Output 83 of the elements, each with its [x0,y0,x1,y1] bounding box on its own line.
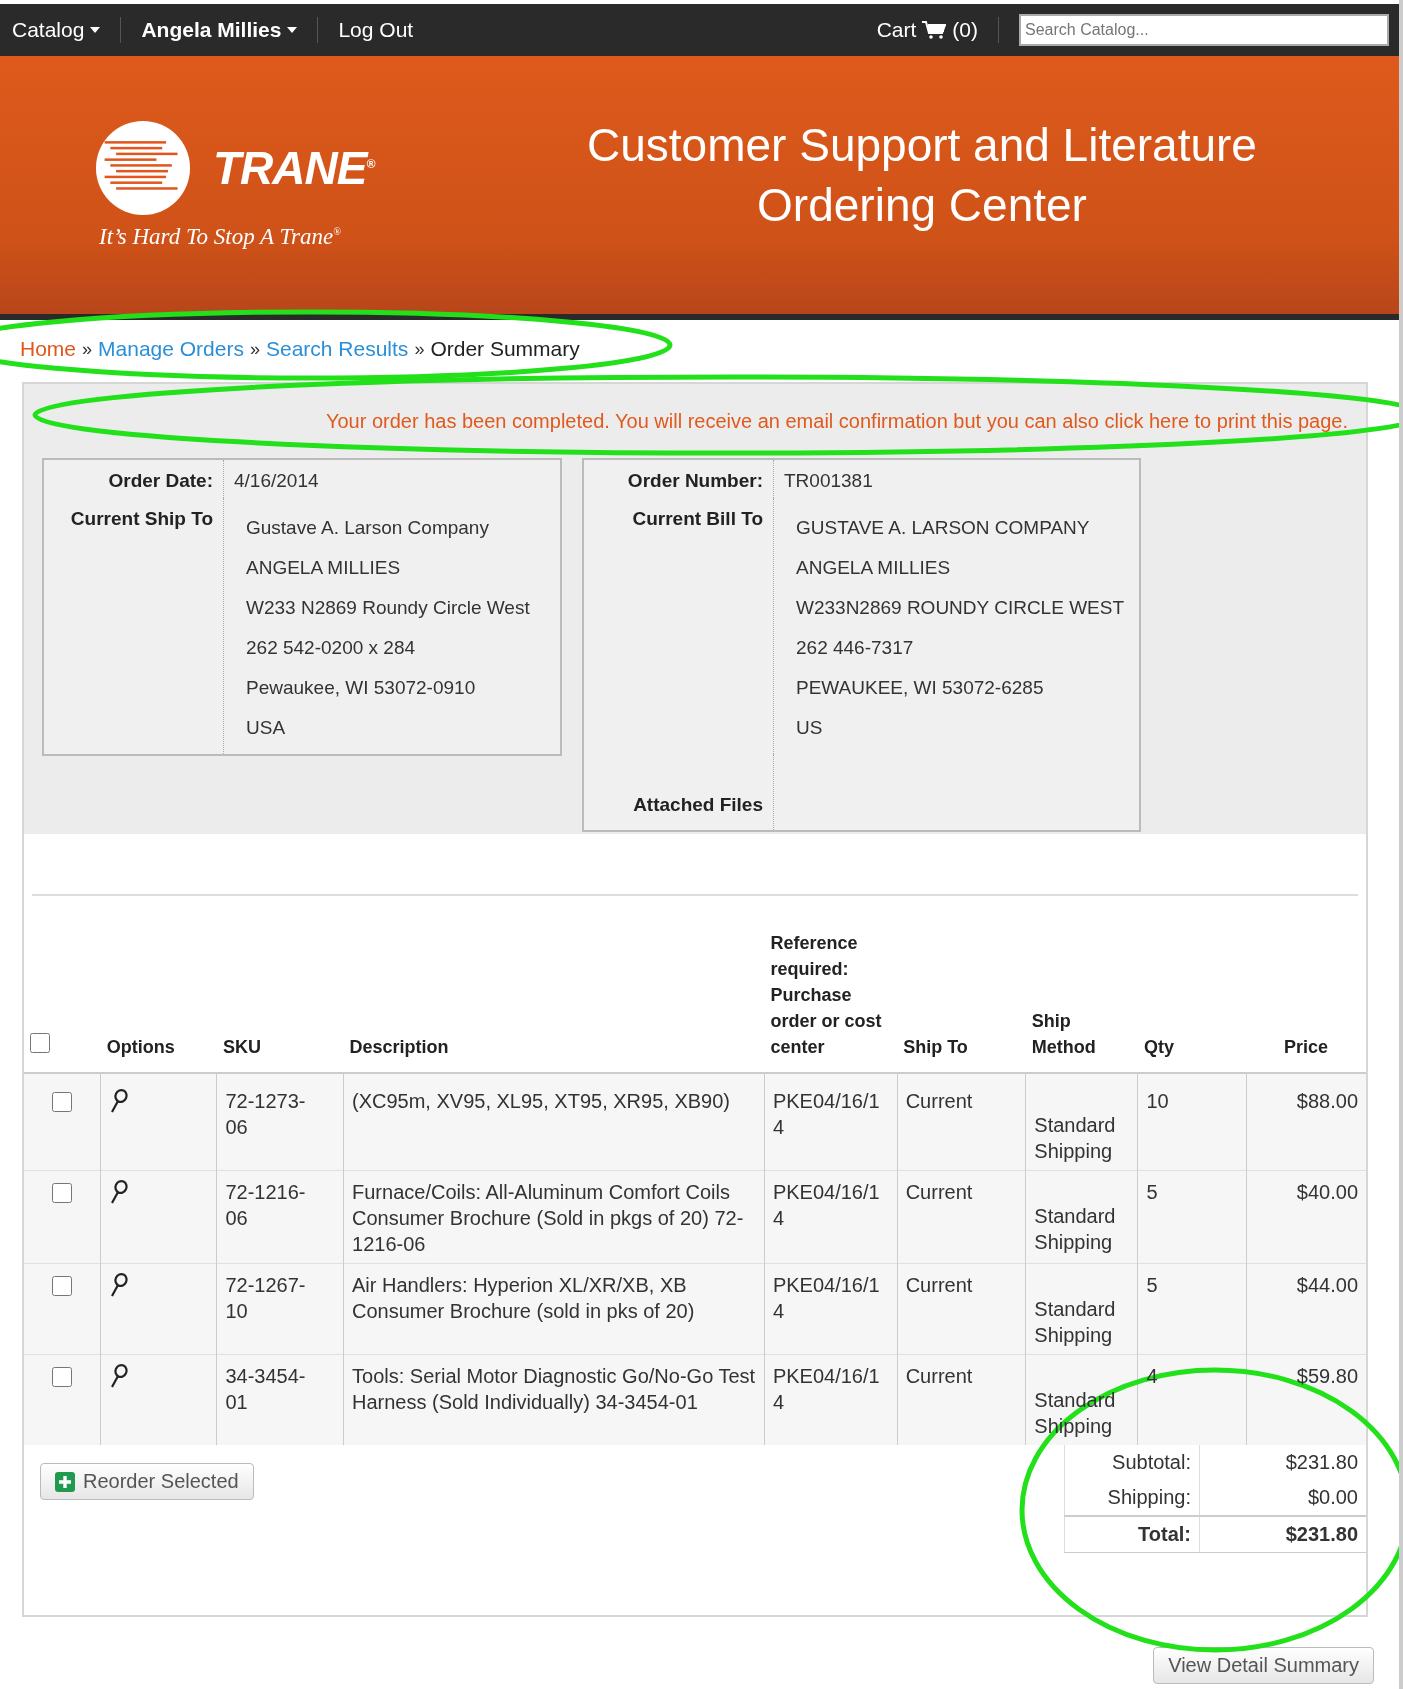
field-label: Order Date: [44,460,224,498]
table-cell: $88.00 [1296,1090,1358,1112]
total-label: Total: [1064,1516,1200,1553]
cart-icon [922,21,947,39]
table-cell: $40.00 [1296,1181,1358,1203]
caret-icon [90,27,101,33]
table-cell: Air Handlers: Hyperion XL/XR/XB, XB Consumer Brochure (sold in pks of 20) [352,1274,695,1322]
magnifier-icon [109,1088,130,1114]
checkbox[interactable] [52,1276,73,1296]
table-cell: Tools: Serial Motor Diagnostic Go/No-Go Test Harness (Sold Individually) 34-3454-01 [352,1365,756,1413]
magnifier-icon [109,1363,130,1389]
address-line: GUSTAVE A. LARSON COMPANY [795,516,1091,540]
table-cell: Current [905,1274,973,1296]
table-cell-text: 34-3454-01 [225,1364,307,1415]
field-value: 4/16/2014 [233,469,320,493]
table-cell: $59.80 [1296,1365,1358,1387]
total-label: Shipping: [1064,1480,1200,1516]
magnifier-icon [109,1272,130,1298]
table-cell: 5 [1146,1181,1158,1203]
field-label: Current Bill To [584,498,774,754]
address-line: W233N2869 ROUNDY CIRCLE WEST [795,596,1126,620]
address-line: 262 542-0200 x 284 [245,636,417,660]
table-cell: 10 [1146,1090,1169,1112]
menu-dropdown[interactable]: Catalog [12,18,101,42]
plus-icon [55,1471,75,1492]
reorder-button[interactable]: Reorder Selected [40,1463,254,1500]
page-title: Customer Support and Literature Ordering Center [586,118,1258,233]
table-cell-text: 72-1267-10 [225,1273,307,1324]
breadcrumb-separator: » [249,338,260,360]
table-cell-text: Standard Shipping [1034,1113,1117,1164]
address-line: Gustave A. Larson Company [245,516,490,540]
address-line: 262 446-7317 [795,636,915,660]
table-cell-text: Standard Shipping [1034,1297,1117,1348]
table-cell-text: 72-1216-06 [225,1180,307,1231]
table-cell-text: PKE04/16/14 [772,1364,881,1415]
breadcrumb-link[interactable]: Search Results [265,337,409,361]
checkbox[interactable] [52,1183,73,1203]
magnifier-icon [109,1179,130,1205]
table-cell: (XC95m, XV95, XL95, XT95, XR95, XB90) [352,1090,730,1112]
table-cell: Current [905,1090,973,1112]
view-detail-button[interactable]: View Detail Summary [1153,1647,1374,1684]
breadcrumb-link[interactable]: Home [20,337,77,361]
field-label: Order Number: [584,460,774,498]
menu-dropdown[interactable]: Angela Millies [141,18,298,42]
total-value: $0.00 [1199,1480,1366,1516]
total-value: $231.80 [1199,1445,1366,1480]
address-line: ANGELA MILLIES [795,556,952,580]
menu-link[interactable]: Log Out [338,18,414,42]
table-cell-text: 72-1273-06 [225,1089,307,1140]
checkbox[interactable] [52,1092,73,1112]
checkbox[interactable] [30,1033,50,1053]
search-field[interactable]: Search Catalog... [1019,14,1389,46]
address-line: Pewaukee, WI 53072-0910 [245,676,477,700]
logo-text: TRANE$^{®}$ [213,141,375,195]
table-cell: 5 [1146,1274,1158,1296]
breadcrumb-separator: » [414,338,425,360]
field-label: Current Ship To [44,498,224,754]
address-line: PEWAUKEE, WI 53072-6285 [795,676,1045,700]
breadcrumb-link[interactable]: Manage Orders [98,337,244,361]
table-cell: $44.00 [1296,1274,1358,1296]
logo-icon [95,120,191,216]
confirmation-message: Your order has been completed. You will receive an email confirmation but you can also click here to print this page. [325,410,1348,434]
field-value: TR001381 [783,469,874,493]
caret-icon [287,27,298,33]
tagline: It’s Hard To Stop A Trane$^{®}$ [98,224,342,250]
address-line: USA [245,716,287,740]
table-cell: Current [905,1181,973,1203]
address-line: W233 N2869 Roundy Circle West [245,596,531,620]
table-cell: Current [905,1365,973,1387]
checkbox[interactable] [52,1367,73,1387]
total-label: Subtotal: [1064,1445,1200,1480]
breadcrumb-separator: » [82,338,93,360]
table-cell-text: Standard Shipping [1034,1204,1117,1255]
address-line: ANGELA MILLIES [245,556,402,580]
total-value: $231.80 [1199,1516,1366,1553]
table-cell-text: PKE04/16/14 [772,1180,881,1231]
cart-link[interactable]: Cart (0) [876,18,978,42]
address-line: US [795,716,824,740]
table-cell-text: PKE04/16/14 [772,1273,881,1324]
table-cell: Furnace/Coils: All-Aluminum Comfort Coils Consumer Brochure (Sold in pkgs of 20) 72-1216-06 [352,1181,744,1255]
field-label: Attached Files [584,754,774,830]
table-cell-text: PKE04/16/14 [772,1089,881,1140]
breadcrumb-current: Order Summary [430,337,580,361]
